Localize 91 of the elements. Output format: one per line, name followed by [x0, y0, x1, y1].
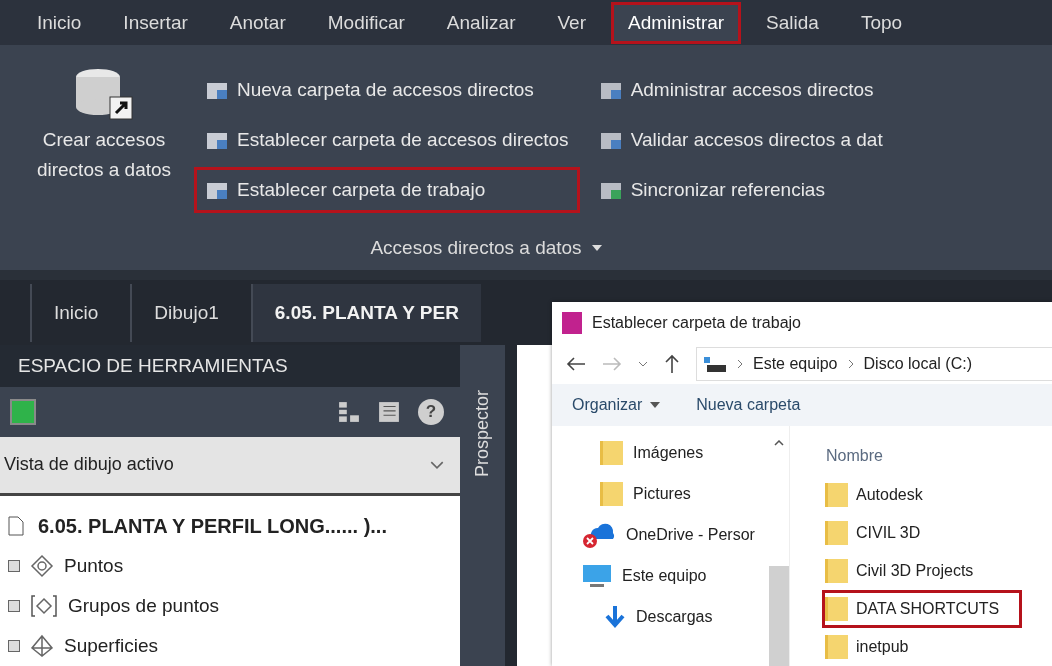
nav-item[interactable]: Este equipo: [582, 555, 765, 596]
folder-item[interactable]: DATA SHORTCUTS: [822, 590, 1023, 628]
folder-item[interactable]: CIVIL 3D: [822, 514, 944, 552]
ribbon-command[interactable]: Sincronizar referencias: [587, 167, 894, 213]
scroll-up-icon[interactable]: [774, 440, 784, 446]
nav-label: OneDrive - Persor: [626, 525, 755, 544]
ribbon-tab[interactable]: Salida: [749, 1, 836, 44]
point-group-icon: [30, 594, 58, 618]
view-dropdown[interactable]: Vista de dibujo activo: [0, 436, 460, 496]
tree-label: 6.05. PLANTA Y PERFIL LONG...... )...: [38, 514, 387, 538]
create-shortcuts-button[interactable]: Crear accesos directos a datos: [14, 67, 194, 226]
document-tab[interactable]: Inicio: [30, 283, 121, 342]
expand-icon[interactable]: [8, 560, 20, 572]
ribbon-command[interactable]: Administrar accesos directos: [587, 67, 894, 113]
nav-item[interactable]: Imágenes: [582, 432, 765, 473]
nav-item[interactable]: Pictures: [582, 473, 765, 514]
dropdown-arrow-icon: [591, 245, 602, 251]
column-header[interactable]: Nombre: [826, 436, 1052, 476]
surface-icon: [30, 634, 54, 658]
ribbon-tab[interactable]: Administrar: [611, 1, 742, 44]
tree-label: Puntos: [64, 555, 124, 577]
database-shortcut-icon: [74, 67, 134, 123]
nav-label: Este equipo: [622, 566, 707, 585]
folder-icon: [825, 521, 848, 545]
folder-icon: [825, 635, 848, 659]
document-icon: [8, 516, 24, 536]
cube-icon[interactable]: [10, 398, 36, 425]
address-bar[interactable]: Este equipo Disco local (C:): [696, 347, 1052, 381]
document-tab[interactable]: Dibujo1: [130, 283, 241, 342]
ribbon-tab[interactable]: Analizar: [429, 1, 533, 44]
nav-item[interactable]: OneDrive - Persor: [582, 514, 765, 555]
app-icon: [562, 311, 582, 334]
ribbon-tab[interactable]: Ver: [540, 1, 604, 44]
folder-item[interactable]: inetpub: [822, 628, 932, 666]
ribbon-tab[interactable]: Insertar: [106, 1, 205, 44]
expand-icon[interactable]: [8, 600, 20, 612]
folder-name: inetpub: [856, 638, 909, 656]
folder-icon: [825, 483, 848, 507]
folder-item[interactable]: Civil 3D Projects: [822, 552, 997, 590]
tree-item[interactable]: 6.05. PLANTA Y PERFIL LONG...... )...: [8, 506, 460, 546]
folder-icon: [825, 559, 848, 583]
nav-item[interactable]: Descargas: [582, 596, 765, 637]
ribbon-tab[interactable]: Anotar: [212, 1, 303, 44]
folder-name: DATA SHORTCUTS: [856, 600, 1000, 618]
tree-label: Grupos de puntos: [68, 595, 220, 617]
chevron-right-icon: [847, 359, 854, 369]
folder-icon: [600, 481, 623, 506]
table-icon[interactable]: [378, 400, 400, 423]
folder-name: Autodesk: [856, 486, 923, 504]
tree-item[interactable]: Superficies: [8, 626, 460, 666]
monitor-icon: [582, 563, 612, 588]
ribbon-tab[interactable]: Inicio: [20, 1, 99, 44]
document-tab[interactable]: 6.05. PLANTA Y PER: [250, 283, 481, 342]
caret-icon: [650, 402, 661, 409]
tree-label: Superficies: [64, 635, 158, 657]
scrollbar-thumb[interactable]: [769, 566, 789, 666]
point-icon: [30, 554, 54, 578]
download-icon: [604, 604, 626, 629]
ribbon-command[interactable]: Nueva carpeta de accesos directos: [194, 67, 580, 113]
folder-name: Civil 3D Projects: [856, 562, 974, 580]
ribbon-command[interactable]: Establecer carpeta de accesos directos: [194, 117, 580, 163]
chevron-down-icon: [430, 460, 444, 469]
tree-layout-icon[interactable]: [338, 400, 360, 423]
breadcrumb-item[interactable]: Este equipo: [753, 355, 838, 373]
help-button[interactable]: ?: [418, 398, 444, 425]
folder-name: CIVIL 3D: [856, 524, 921, 542]
breadcrumb-item[interactable]: Disco local (C:): [863, 355, 972, 373]
panel-title[interactable]: Accesos directos a datos: [0, 226, 1052, 270]
folder-icon: [600, 440, 623, 465]
expand-icon[interactable]: [8, 640, 20, 652]
palette-title: ESPACIO DE HERRAMIENTAS: [0, 345, 460, 387]
nav-label: Descargas: [636, 607, 713, 626]
up-icon[interactable]: [664, 354, 680, 374]
back-icon[interactable]: [566, 356, 586, 372]
chevron-right-icon: [737, 359, 743, 369]
ribbon-command[interactable]: Establecer carpeta de trabajo: [194, 167, 580, 213]
prospector-tab[interactable]: Prospector: [472, 390, 493, 478]
ribbon-command[interactable]: Validar accesos directos a dat: [587, 117, 894, 163]
tree-item[interactable]: Grupos de puntos: [8, 586, 460, 626]
nav-label: Imágenes: [633, 443, 704, 462]
chevron-down-icon[interactable]: [638, 361, 648, 367]
tree-item[interactable]: Puntos: [8, 546, 460, 586]
ribbon-tab[interactable]: Topo: [843, 1, 920, 44]
new-folder-button[interactable]: Nueva carpeta: [692, 392, 805, 419]
organize-button[interactable]: Organizar: [568, 392, 665, 419]
computer-icon: [703, 355, 727, 373]
folder-icon: [825, 597, 848, 621]
dialog-title: Establecer carpeta de trabajo: [592, 313, 801, 332]
folder-item[interactable]: Autodesk: [822, 476, 946, 514]
nav-label: Pictures: [633, 484, 691, 503]
ribbon-tab[interactable]: Modificar: [310, 1, 422, 44]
